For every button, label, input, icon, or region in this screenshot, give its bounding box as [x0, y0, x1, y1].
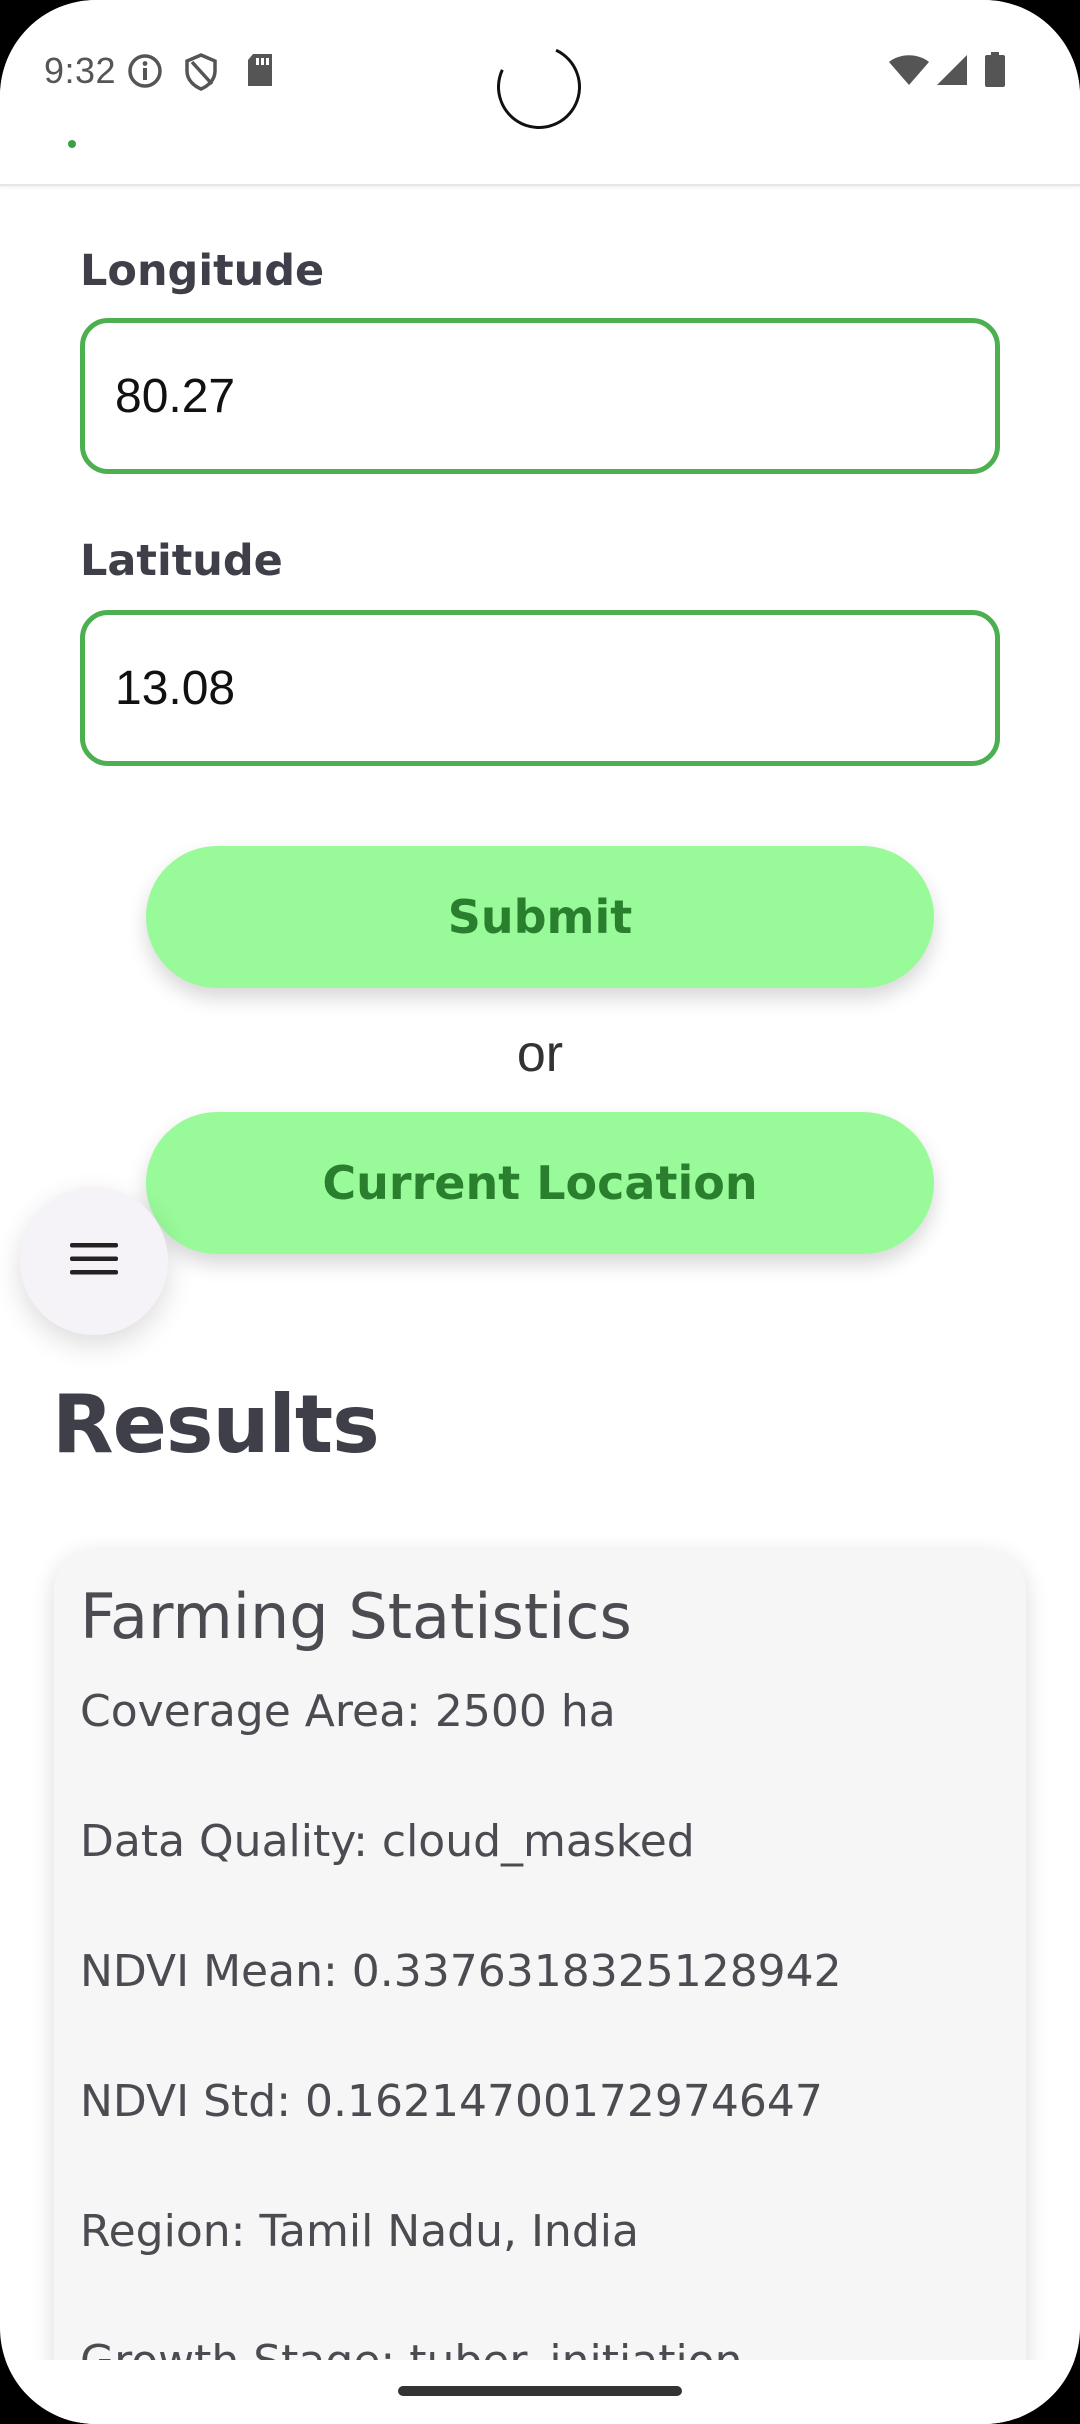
- shield-icon: [182, 52, 220, 96]
- sd-card-icon: [244, 52, 276, 92]
- stat-ndvi-mean: NDVI Mean: 0.3376318325128942: [80, 1946, 842, 1997]
- signal-icon: [936, 54, 968, 90]
- submit-button[interactable]: Submit: [146, 846, 934, 988]
- menu-icon: [68, 1239, 120, 1283]
- latitude-input[interactable]: [80, 610, 1000, 766]
- status-time: 9:32: [44, 50, 117, 91]
- latitude-label: Latitude: [80, 536, 283, 586]
- or-divider-text: or: [516, 1025, 564, 1083]
- status-bar: 9:32: [0, 0, 1080, 141]
- current-location-button[interactable]: Current Location: [146, 1112, 934, 1254]
- battery-icon: [984, 52, 1006, 92]
- submit-button-label: Submit: [447, 890, 633, 944]
- current-location-button-label: Current Location: [322, 1156, 758, 1210]
- stat-region: Region: Tamil Nadu, India: [80, 2206, 639, 2257]
- app-bar: [0, 140, 1080, 186]
- farming-statistics-card: Farming Statistics Coverage Area: 2500 h…: [54, 1550, 1026, 2424]
- menu-fab-button[interactable]: [20, 1187, 168, 1335]
- info-icon: [126, 52, 164, 94]
- card-title: Farming Statistics: [80, 1580, 632, 1653]
- results-heading: Results: [52, 1378, 380, 1471]
- phone-screen: 9:32 Longitude 80.27 Latitude 13.08 Subm…: [0, 0, 1080, 2424]
- camera-cutout: [485, 33, 593, 141]
- longitude-label: Longitude: [80, 246, 325, 296]
- progress-dot: [68, 140, 76, 148]
- wifi-icon: [888, 54, 930, 90]
- longitude-input[interactable]: [80, 318, 1000, 474]
- home-indicator[interactable]: [398, 2386, 682, 2396]
- stat-ndvi-std: NDVI Std: 0.16214700172974647: [80, 2076, 823, 2127]
- stat-coverage-area: Coverage Area: 2500 ha: [80, 1686, 616, 1737]
- stat-data-quality: Data Quality: cloud_masked: [80, 1816, 695, 1867]
